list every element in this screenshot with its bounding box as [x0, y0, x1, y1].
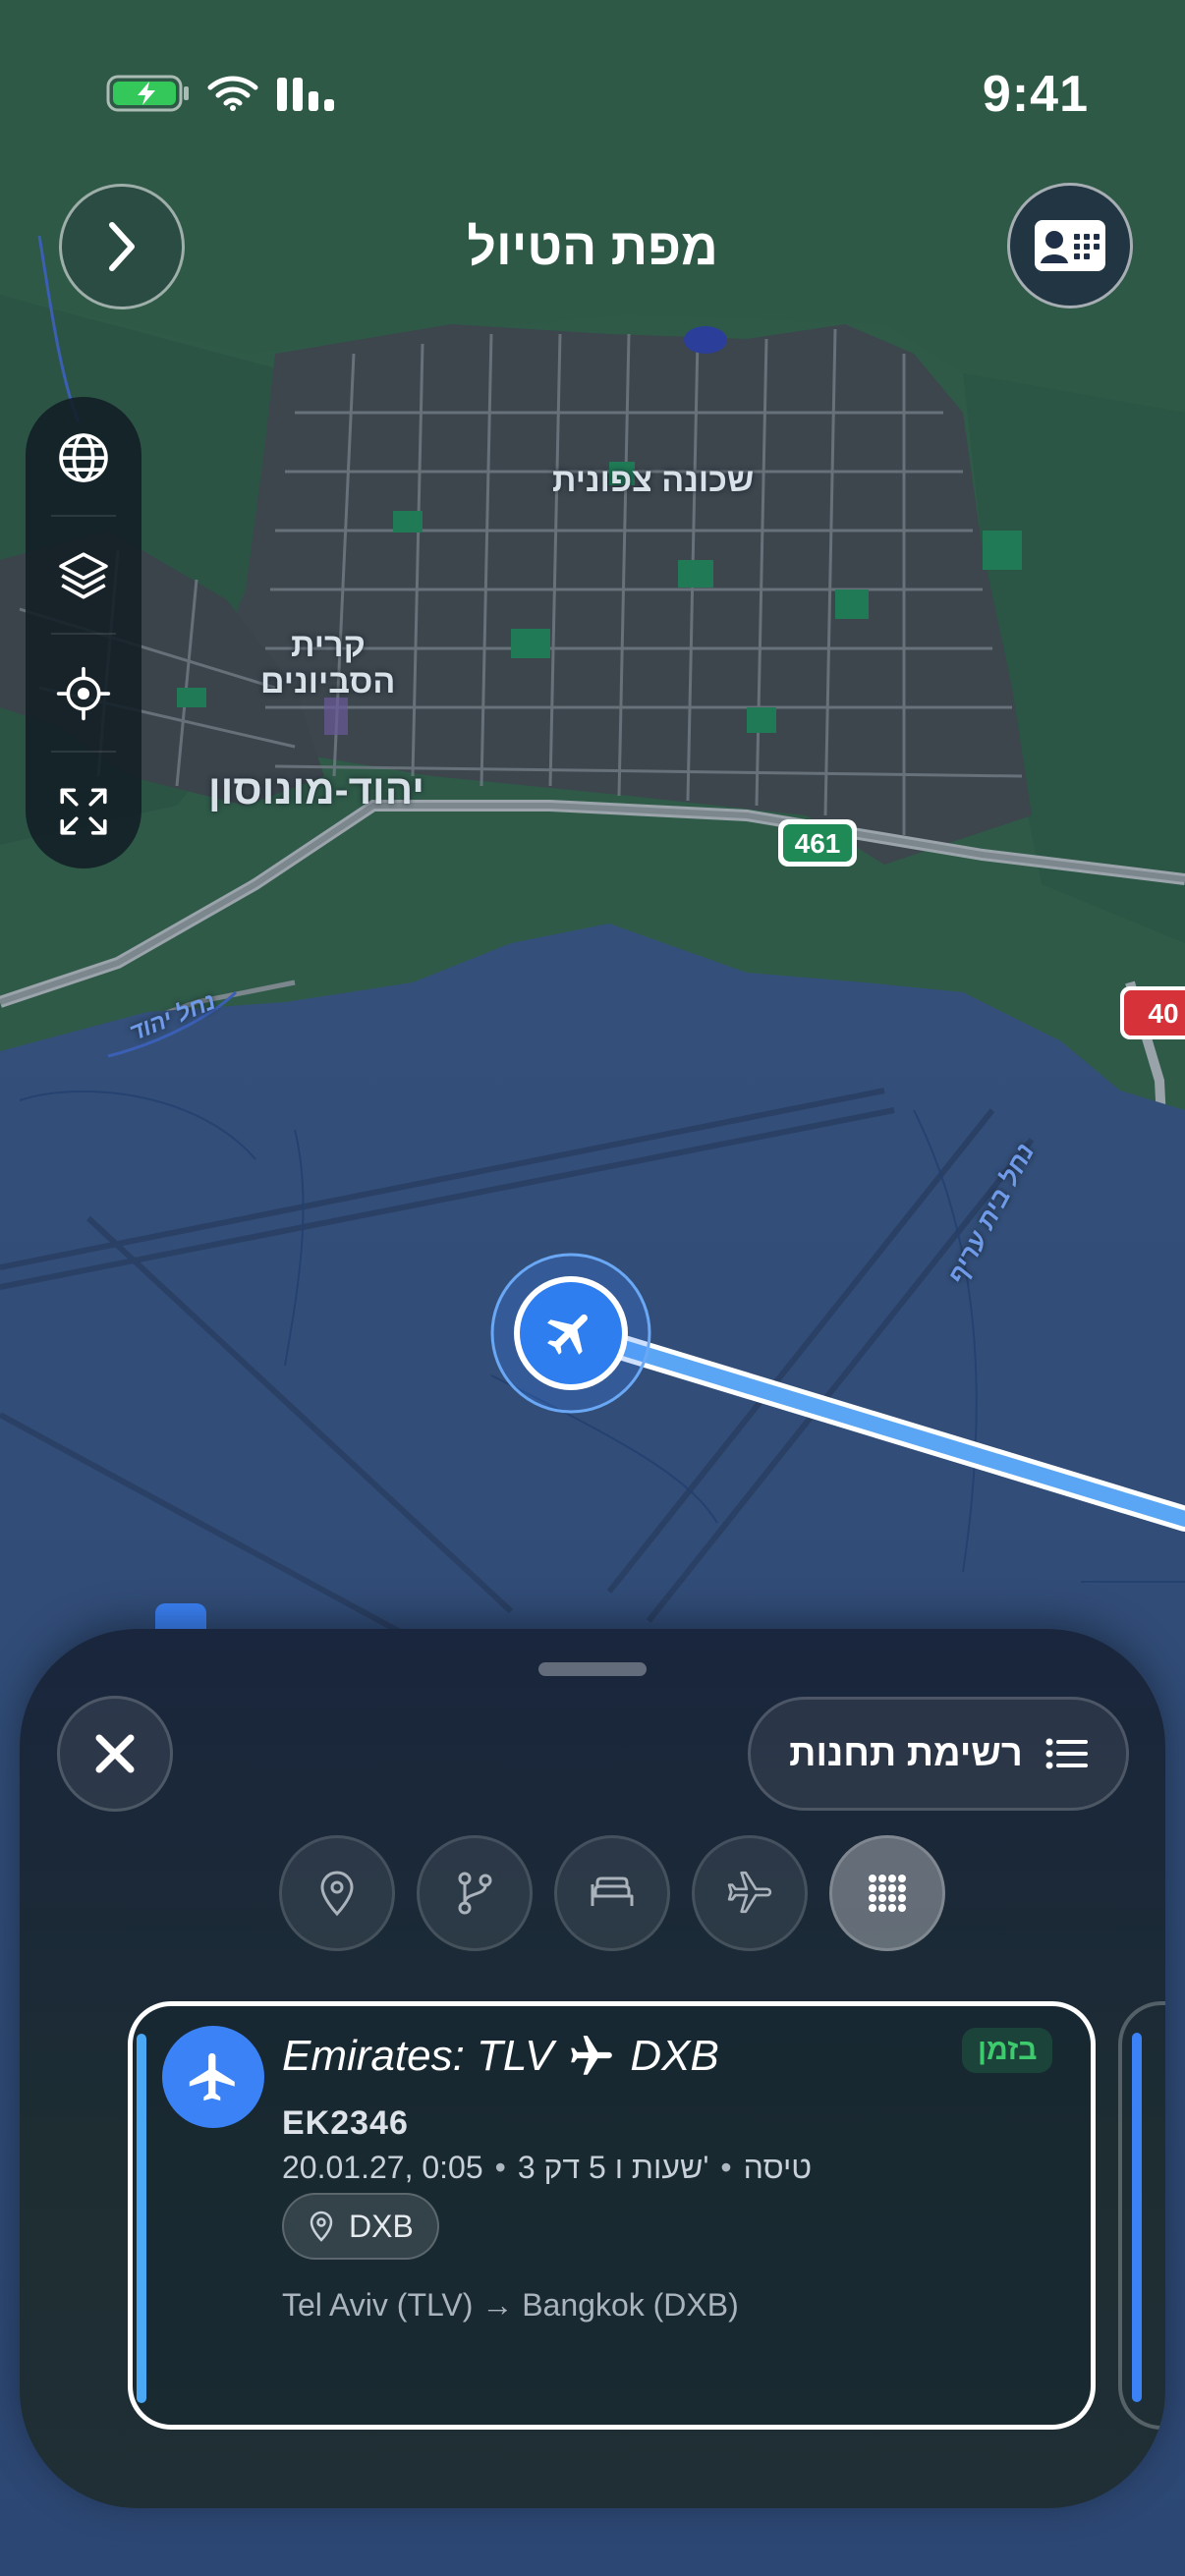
flight-datetime: 20.01.27, 0:05 — [282, 2150, 483, 2185]
flight-duration: 3 שעות ו 5 דק' — [517, 2150, 709, 2185]
signal-icon — [277, 78, 334, 111]
route-branch-icon — [458, 1872, 492, 1915]
flight-route: Tel Aviv (TLV) → Bangkok (DXB) — [282, 2287, 739, 2323]
stops-list-button[interactable]: רשימת תחנות — [748, 1697, 1129, 1811]
sheet-grabber[interactable] — [538, 1662, 647, 1676]
road-shield-461: 461 — [795, 828, 841, 859]
layers-button[interactable] — [26, 521, 141, 631]
map-tools-toolbar — [26, 397, 141, 868]
locate-button[interactable] — [26, 639, 141, 749]
map-label-yehud: יהוד-מונוסון — [208, 766, 424, 812]
meta-separator: • — [494, 2150, 506, 2185]
next-card-peek[interactable] — [1118, 2001, 1165, 2430]
filter-lodging[interactable] — [554, 1835, 670, 1951]
flight-title-origin: Emirates: TLV — [282, 2032, 554, 2080]
list-icon — [1045, 1738, 1088, 1769]
expand-button[interactable] — [26, 756, 141, 867]
trip-map-screen: 461 40 שכונה צפונית קרית הסביונים יהוד-מ… — [0, 0, 1185, 2576]
card-accent-bar — [137, 2034, 146, 2403]
bed-icon — [591, 1876, 634, 1906]
expand-icon — [60, 788, 107, 835]
filter-routes[interactable] — [417, 1835, 533, 1951]
flight-number: EK2346 — [282, 2104, 409, 2142]
location-chip-label: DXB — [349, 2208, 414, 2244]
battery-charging-icon — [106, 75, 189, 112]
flight-card[interactable]: Emirates: TLV DXB בזמן EK2346 20.01.27, … — [128, 2001, 1096, 2430]
flight-type: טיסה — [743, 2150, 813, 2185]
globe-icon — [59, 433, 108, 482]
globe-button[interactable] — [26, 403, 141, 513]
boarding-pass-icon — [1035, 220, 1105, 271]
close-icon — [95, 1734, 135, 1773]
meta-separator: • — [720, 2150, 732, 2185]
flight-badge — [162, 2026, 264, 2128]
map-label-kiryat: קרית — [291, 627, 366, 664]
locate-icon — [56, 666, 111, 721]
grid-dots-icon — [869, 1875, 906, 1912]
wifi-icon — [207, 76, 258, 111]
layers-icon — [59, 552, 108, 599]
airplane-icon — [571, 2036, 613, 2075]
location-chip[interactable]: DXB — [282, 2193, 439, 2260]
flight-meta: 20.01.27, 0:05 • 3 שעות ו 5 דק' • טיסה — [282, 2150, 812, 2186]
location-pin-icon — [310, 2211, 333, 2242]
airplane-icon — [727, 1871, 772, 1914]
status-bar: 9:41 — [0, 0, 1185, 196]
road-shield-40: 40 — [1148, 998, 1178, 1029]
trip-bottom-sheet[interactable]: רשימת תחנות Emirates: TLV DXB בזמן EK234… — [20, 1629, 1165, 2508]
filter-flights[interactable] — [692, 1835, 808, 1951]
boarding-pass-button[interactable] — [1007, 183, 1133, 308]
card-accent-bar — [1132, 2033, 1142, 2402]
close-button[interactable] — [57, 1696, 173, 1812]
map-label-savyonim: הסביונים — [260, 663, 396, 700]
location-pin-icon — [320, 1871, 354, 1917]
category-filters — [259, 1835, 947, 1953]
stops-list-label: רשימת תחנות — [789, 1732, 1023, 1774]
flight-title-destination: DXB — [630, 2032, 719, 2080]
airplane-icon — [189, 2052, 235, 2101]
map-label-north-neighborhood: שכונה צפונית — [552, 462, 755, 499]
status-badge: בזמן — [962, 2028, 1053, 2073]
filter-places[interactable] — [279, 1835, 395, 1951]
flight-title: Emirates: TLV DXB — [282, 2032, 719, 2081]
filter-all[interactable] — [829, 1835, 945, 1951]
airport-marker[interactable] — [490, 1253, 651, 1414]
status-time: 9:41 — [982, 66, 1089, 123]
